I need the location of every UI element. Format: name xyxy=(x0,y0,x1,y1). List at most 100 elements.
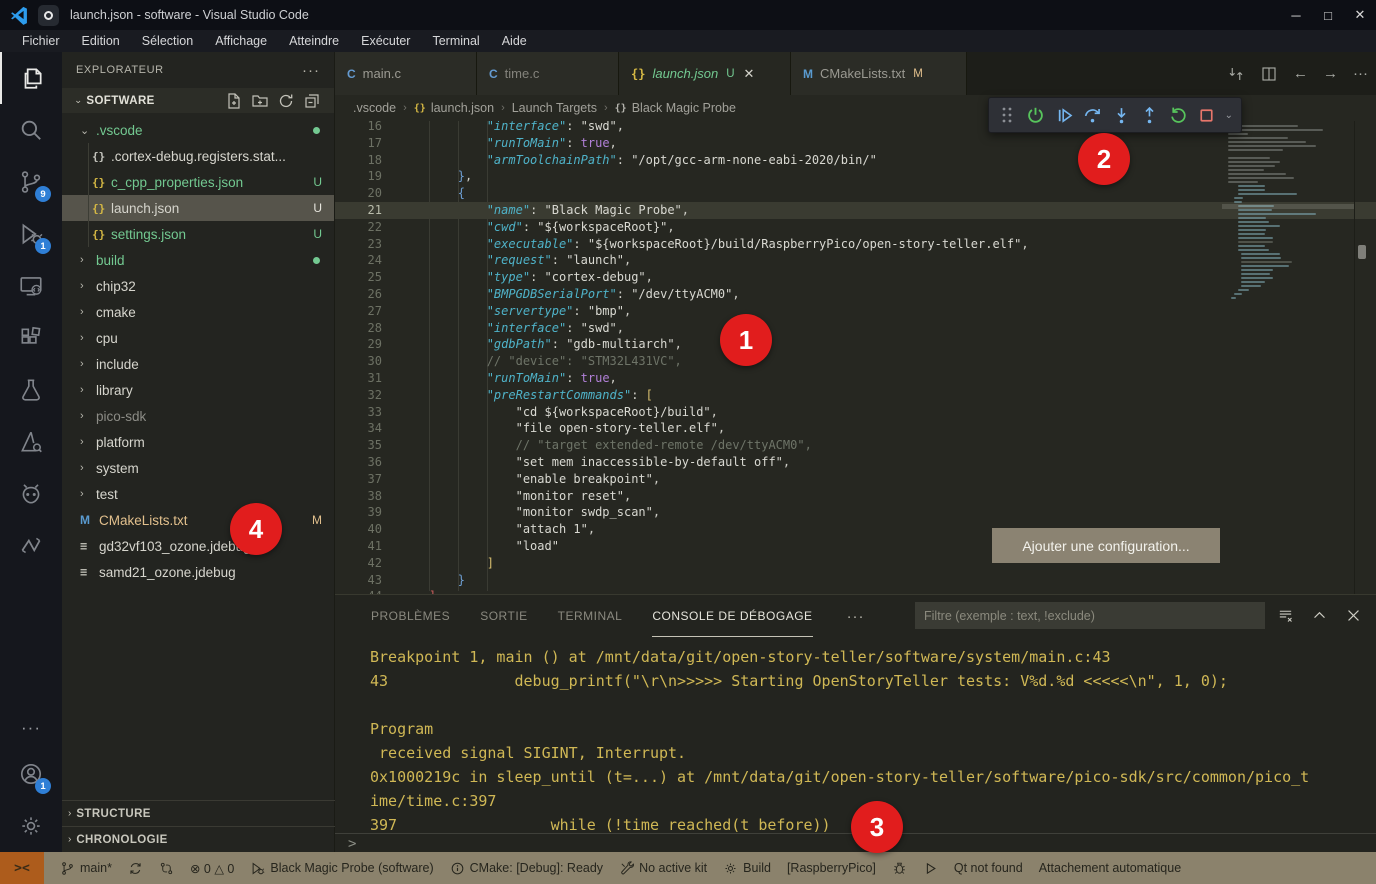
close-panel-icon[interactable] xyxy=(1345,607,1362,624)
status-item-build[interactable]: Build xyxy=(723,861,771,876)
status-item-no-active-kit[interactable]: No active kit xyxy=(619,861,707,876)
activity-search-icon[interactable] xyxy=(0,104,62,156)
status-item--raspberrypico-[interactable]: [RaspberryPico] xyxy=(787,861,876,875)
tree-item-system[interactable]: ›system xyxy=(62,455,334,481)
drag-grip-icon[interactable] xyxy=(995,101,1019,129)
activity-testing-icon[interactable] xyxy=(0,364,62,416)
tree-item--cortex-debug-registers-stat-[interactable]: {}.cortex-debug.registers.stat... xyxy=(62,143,334,169)
chevron-down-icon[interactable]: ⌄ xyxy=(1223,110,1235,121)
panel-tab-terminal[interactable]: TERMINAL xyxy=(558,595,623,637)
status-item-main-[interactable]: main* xyxy=(60,861,112,876)
tree-item-settings-json[interactable]: {}settings.jsonU xyxy=(62,221,334,247)
tree-item-test[interactable]: ›test xyxy=(62,481,334,507)
navigate-back-icon[interactable]: ← xyxy=(1293,65,1308,82)
navigate-forward-icon[interactable]: → xyxy=(1323,65,1338,82)
panel-tab-console-de-d-bogage[interactable]: CONSOLE DE DÉBOGAGE xyxy=(652,595,812,637)
settings-gear-icon[interactable] xyxy=(0,800,62,852)
breadcrumb-item[interactable]: Launch Targets xyxy=(512,101,597,115)
tree-item-include[interactable]: ›include xyxy=(62,351,334,377)
minimize-button[interactable]: ─ xyxy=(1280,0,1312,30)
activity-explorer-icon[interactable] xyxy=(0,52,62,104)
power-launch-button[interactable] xyxy=(1023,101,1047,129)
tree-item-samd21-ozone-jdebug[interactable]: ≡samd21_ozone.jdebug xyxy=(62,559,334,585)
workspace-section-header[interactable]: ⌄ SOFTWARE xyxy=(62,88,334,113)
panel-more-icon[interactable]: ··· xyxy=(847,608,865,625)
status-item--0-0[interactable]: ⊗ 0 △ 0 xyxy=(190,861,234,876)
tree-item-library[interactable]: ›library xyxy=(62,377,334,403)
panel-tab-sortie[interactable]: SORTIE xyxy=(480,595,527,637)
code-editor[interactable]: 16 "interface": "swd",17 "runToMain": tr… xyxy=(335,121,1376,594)
status-item-black-magic-probe-softwa[interactable]: Black Magic Probe (software) xyxy=(250,861,433,876)
status-item-compare[interactable] xyxy=(159,861,174,876)
status-item-cmake-debug-ready[interactable]: CMake: [Debug]: Ready xyxy=(450,861,603,876)
step-into-button[interactable] xyxy=(1109,101,1133,129)
tree-item-build[interactable]: ›build xyxy=(62,247,334,273)
status-item-attachement-automatique[interactable]: Attachement automatique xyxy=(1039,861,1181,875)
tree-item-pico-sdk[interactable]: ›pico-sdk xyxy=(62,403,334,429)
stop-button[interactable] xyxy=(1194,101,1218,129)
activity-remote-explorer-icon[interactable] xyxy=(0,260,62,312)
split-editor-icon[interactable] xyxy=(1260,65,1278,83)
menu-edition[interactable]: Edition xyxy=(71,34,131,48)
tab-cmakelists-txt[interactable]: MCMakeLists.txtM xyxy=(791,52,967,95)
tree-item-cmakelists-txt[interactable]: MCMakeLists.txtM xyxy=(62,507,334,533)
maximize-panel-icon[interactable] xyxy=(1311,607,1328,624)
status-item-qt-not-found[interactable]: Qt not found xyxy=(954,861,1023,875)
tree-item-cmake[interactable]: ›cmake xyxy=(62,299,334,325)
tree-item-chip32[interactable]: ›chip32 xyxy=(62,273,334,299)
close-tab-icon[interactable]: ✕ xyxy=(744,66,755,82)
maximize-button[interactable]: □ xyxy=(1312,0,1344,30)
collapse-all-icon[interactable] xyxy=(304,93,320,109)
tree-item-gd32vf103-ozone-jdebug[interactable]: ≡gd32vf103_ozone.jdebug xyxy=(62,533,334,559)
status-item-bug[interactable] xyxy=(892,861,907,876)
tree-item-platform[interactable]: ›platform xyxy=(62,429,334,455)
activity-cmake-tools-icon[interactable] xyxy=(0,416,62,468)
add-configuration-button[interactable]: Ajouter une configuration... xyxy=(992,528,1220,563)
clear-console-icon[interactable] xyxy=(1277,607,1294,624)
breadcrumb-item[interactable]: .vscode xyxy=(353,101,396,115)
editor-scrollbar[interactable] xyxy=(1354,121,1368,594)
new-folder-icon[interactable] xyxy=(252,93,268,109)
editor-more-icon[interactable]: ··· xyxy=(1353,65,1368,82)
tree-item--vscode[interactable]: ⌄.vscode xyxy=(62,117,334,143)
menu-exécuter[interactable]: Exécuter xyxy=(350,34,421,48)
open-changes-icon[interactable] xyxy=(1227,65,1245,83)
status-item-play[interactable] xyxy=(923,861,938,876)
scrollbar-handle[interactable] xyxy=(1358,245,1366,259)
step-over-button[interactable] xyxy=(1080,101,1104,129)
tree-item-launch-json[interactable]: {}launch.jsonU xyxy=(62,195,334,221)
breadcrumb-item[interactable]: Black Magic Probe xyxy=(632,101,736,115)
breadcrumb-item[interactable]: launch.json xyxy=(431,101,494,115)
menu-sélection[interactable]: Sélection xyxy=(131,34,204,48)
activity-run-and-debug-icon[interactable]: 1 xyxy=(0,208,62,260)
debug-filter-input[interactable]: Filtre (exemple : text, !exclude) xyxy=(915,602,1265,629)
activity-more-icon[interactable]: ··· xyxy=(0,708,62,748)
tab-launch-json[interactable]: {}launch.jsonU✕ xyxy=(619,52,791,95)
panel-tab-probl-mes[interactable]: PROBLÈMES xyxy=(371,595,450,637)
step-out-button[interactable] xyxy=(1137,101,1161,129)
activity-source-control-icon[interactable]: 9 xyxy=(0,156,62,208)
restart-button[interactable] xyxy=(1166,101,1190,129)
close-button[interactable]: ✕ xyxy=(1344,0,1376,30)
section-structure[interactable]: ›STRUCTURE xyxy=(62,800,335,826)
status-item-sync[interactable] xyxy=(128,861,143,876)
menu-affichage[interactable]: Affichage xyxy=(204,34,278,48)
refresh-icon[interactable] xyxy=(278,93,294,109)
activity-infinity-tool-icon[interactable] xyxy=(0,520,62,572)
tree-item-c-cpp-properties-json[interactable]: {}c_cpp_properties.jsonU xyxy=(62,169,334,195)
menu-aide[interactable]: Aide xyxy=(491,34,538,48)
menu-atteindre[interactable]: Atteindre xyxy=(278,34,350,48)
new-file-icon[interactable] xyxy=(226,93,242,109)
tab-main-c[interactable]: Cmain.c xyxy=(335,52,477,95)
continue-button[interactable] xyxy=(1052,101,1076,129)
tree-item-cpu[interactable]: ›cpu xyxy=(62,325,334,351)
debug-console-output[interactable]: Breakpoint 1, main () at /mnt/data/git/o… xyxy=(335,637,1376,833)
menu-fichier[interactable]: Fichier xyxy=(11,34,71,48)
account-icon[interactable]: 1 xyxy=(0,748,62,800)
activity-extensions-icon[interactable] xyxy=(0,312,62,364)
menu-terminal[interactable]: Terminal xyxy=(421,34,490,48)
activity-platformio-bug-icon[interactable] xyxy=(0,468,62,520)
remote-indicator[interactable]: >< xyxy=(0,852,44,884)
section-chronologie[interactable]: ›CHRONOLOGIE xyxy=(62,826,335,852)
sidebar-more-icon[interactable]: ··· xyxy=(302,62,320,79)
